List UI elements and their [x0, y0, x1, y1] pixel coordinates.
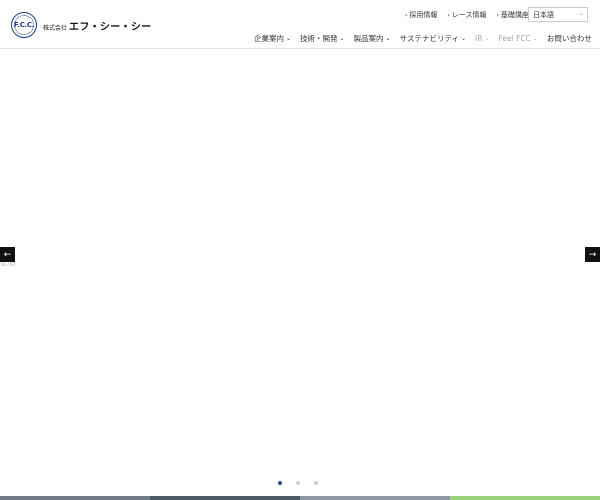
- slider-pagination: [278, 481, 332, 485]
- language-select[interactable]: 日本語 ⌄: [528, 7, 588, 22]
- chevron-down-icon: ⌄: [532, 35, 538, 42]
- nav-item-2[interactable]: 製品案内 ⌄: [354, 33, 391, 44]
- logo-seal-text: F.C.C.: [13, 21, 35, 29]
- logo-seal: F.C.C.: [11, 12, 37, 38]
- slider-dot[interactable]: [314, 481, 318, 485]
- arrow-left-icon: ←: [3, 249, 12, 260]
- thumbnail-edge: [450, 496, 600, 500]
- utility-link-label: レース情報: [451, 11, 487, 19]
- company-logo[interactable]: F.C.C. 株式会社 エフ・シー・シー: [11, 12, 151, 38]
- utility-link-recruit[interactable]: › 採用情報: [405, 10, 437, 20]
- utility-links: › 採用情報 › レース情報 › 基礎講座: [405, 10, 539, 20]
- slider-dot[interactable]: [278, 481, 282, 485]
- language-select-value: 日本語: [533, 10, 554, 19]
- utility-link-race[interactable]: › レース情報: [447, 10, 486, 20]
- chevron-down-icon: ⌄: [461, 35, 467, 42]
- nav-item-label: 企業案内: [254, 34, 284, 43]
- chevron-down-icon: ⌄: [385, 35, 391, 42]
- company-wordmark: 株式会社 エフ・シー・シー: [43, 18, 151, 33]
- nav-item-5[interactable]: Feel FCC ⌄: [499, 33, 538, 44]
- nav-item-6[interactable]: お問い合わせ: [547, 33, 592, 44]
- chevron-down-icon: ⌄: [484, 35, 490, 42]
- main-nav: 企業案内 ⌄ 技術・開発 ⌄ 製品案内 ⌄ サステナビリティ ⌄ IR ⌄ Feel FCC ⌄ お問い…: [254, 33, 592, 44]
- company-name: エフ・シー・シー: [69, 21, 152, 33]
- thumbnail-strip: [0, 496, 600, 500]
- chevron-down-icon: ⌄: [339, 35, 345, 42]
- nav-item-0[interactable]: 企業案内 ⌄: [254, 33, 291, 44]
- slider-dot[interactable]: [296, 481, 300, 485]
- thumbnail-edge: [300, 496, 450, 500]
- chevron-down-icon: ⌄: [578, 10, 584, 17]
- chevron-right-icon: ›: [496, 11, 499, 19]
- nav-item-label: サステナビリティ: [399, 34, 459, 43]
- nav-item-4[interactable]: IR ⌄: [475, 33, 489, 44]
- slide-counter: 01 / 03: [1, 262, 16, 267]
- utility-link-label: 基礎講座: [500, 11, 529, 19]
- nav-item-label: IR: [475, 34, 483, 43]
- site-header: F.C.C. 株式会社 エフ・シー・シー › 採用情報 › レース情報 › 基礎…: [0, 0, 600, 49]
- chevron-right-icon: ›: [405, 11, 408, 19]
- chevron-right-icon: ›: [447, 11, 450, 19]
- nav-item-label: Feel FCC: [498, 34, 531, 43]
- utility-link-basics[interactable]: › 基礎講座: [496, 10, 528, 20]
- chevron-down-icon: ⌄: [286, 35, 292, 42]
- thumbnail-edge: [150, 496, 300, 500]
- nav-item-1[interactable]: 技術・開発 ⌄: [300, 33, 345, 44]
- thumbnail-edge: [0, 496, 150, 500]
- nav-item-label: 製品案内: [353, 34, 384, 43]
- nav-item-label: お問い合わせ: [546, 34, 592, 43]
- utility-link-label: 採用情報: [409, 11, 438, 19]
- hero-slider: ← 01 / 03 →: [0, 49, 600, 500]
- page: F.C.C. 株式会社 エフ・シー・シー › 採用情報 › レース情報 › 基礎…: [0, 0, 600, 500]
- nav-item-3[interactable]: サステナビリティ ⌄: [400, 33, 466, 44]
- arrow-right-icon: →: [588, 249, 597, 260]
- company-prefix: 株式会社: [43, 24, 68, 32]
- slider-prev-button[interactable]: ←: [0, 247, 15, 262]
- nav-item-label: 技術・開発: [300, 34, 338, 43]
- slider-next-button[interactable]: →: [585, 247, 600, 262]
